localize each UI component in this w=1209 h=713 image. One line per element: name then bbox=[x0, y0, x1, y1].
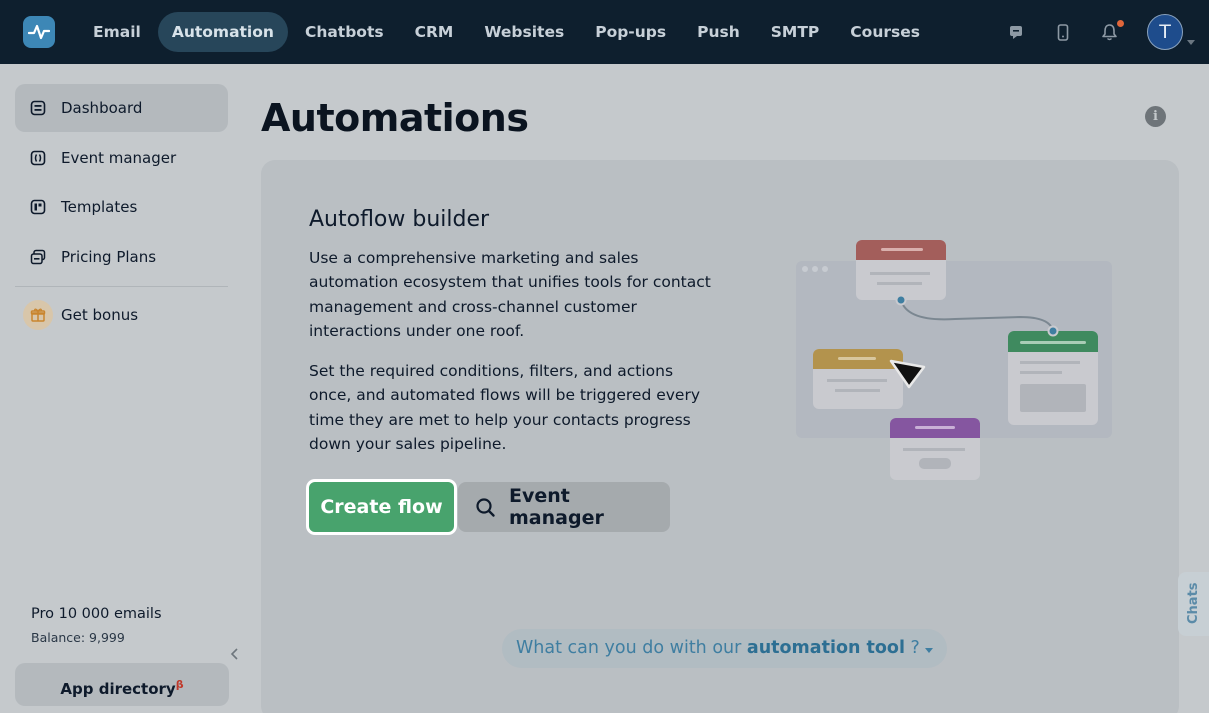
nav-push[interactable]: Push bbox=[683, 12, 754, 52]
sidebar-item-pricing-plans[interactable]: Pricing Plans bbox=[15, 233, 228, 281]
sidebar-item-dashboard[interactable]: Dashboard bbox=[15, 84, 228, 132]
sidebar-item-label: Pricing Plans bbox=[61, 248, 157, 266]
autoflow-builder-card: Autoflow builder Use a comprehensive mar… bbox=[261, 160, 1179, 713]
chats-side-tab[interactable]: Chats bbox=[1178, 572, 1209, 636]
collapse-sidebar-chevron-icon[interactable] bbox=[228, 646, 242, 665]
beta-badge: β bbox=[175, 678, 184, 691]
plan-balance: Balance: 9,999 bbox=[31, 630, 125, 645]
sidebar-item-label: Dashboard bbox=[61, 99, 143, 117]
nav-automation[interactable]: Automation bbox=[157, 12, 288, 52]
event-manager-icon bbox=[28, 148, 48, 168]
mobile-icon[interactable] bbox=[1053, 22, 1073, 42]
app-directory-label: App directory bbox=[60, 680, 176, 698]
nav-email[interactable]: Email bbox=[79, 12, 155, 52]
event-manager-button[interactable]: Event manager bbox=[458, 482, 670, 532]
app-logo[interactable] bbox=[23, 16, 55, 48]
create-flow-button[interactable]: Create flow bbox=[309, 482, 454, 532]
chevron-down-icon bbox=[925, 648, 934, 653]
nav-chatbots[interactable]: Chatbots bbox=[291, 12, 398, 52]
question-suffix: ? bbox=[910, 638, 920, 658]
card-description-1: Use a comprehensive marketing and sales … bbox=[309, 249, 711, 340]
chat-icon[interactable] bbox=[1006, 22, 1026, 42]
event-manager-button-label: Event manager bbox=[509, 485, 604, 529]
nav-smtp[interactable]: SMTP bbox=[757, 12, 834, 52]
nav-crm[interactable]: CRM bbox=[401, 12, 468, 52]
plan-name[interactable]: Pro 10 000 emails bbox=[31, 606, 162, 622]
question-highlight: automation tool bbox=[746, 638, 905, 658]
dashboard-icon bbox=[28, 98, 48, 118]
sidebar-item-event-manager[interactable]: Event manager bbox=[15, 134, 228, 182]
bell-icon[interactable] bbox=[1099, 22, 1119, 42]
chevron-down-icon[interactable] bbox=[1187, 30, 1195, 49]
question-prefix: What can you do with our bbox=[516, 638, 742, 658]
chats-tab-label: Chats bbox=[1186, 582, 1201, 624]
nav-courses[interactable]: Courses bbox=[836, 12, 934, 52]
sidebar: Dashboard Event manager Templates Pricin… bbox=[0, 64, 246, 713]
nav-popups[interactable]: Pop-ups bbox=[581, 12, 680, 52]
pricing-plans-icon bbox=[28, 247, 48, 267]
card-description-2: Set the required conditions, filters, an… bbox=[309, 362, 701, 453]
sidebar-item-get-bonus[interactable]: Get bonus bbox=[15, 291, 228, 339]
notification-dot bbox=[1117, 20, 1124, 27]
page-title: Automations bbox=[261, 96, 529, 140]
templates-icon bbox=[28, 197, 48, 217]
avatar[interactable]: T bbox=[1147, 14, 1183, 50]
card-title: Autoflow builder bbox=[309, 207, 490, 232]
sidebar-divider bbox=[15, 286, 228, 287]
automation-tool-question-dropdown[interactable]: What can you do with our automation tool… bbox=[502, 629, 948, 668]
search-icon bbox=[475, 497, 496, 518]
pulse-logo-icon bbox=[28, 24, 50, 40]
gift-icon bbox=[23, 300, 53, 330]
sidebar-item-templates[interactable]: Templates bbox=[15, 183, 228, 231]
main-nav: Email Automation Chatbots CRM Websites P… bbox=[79, 12, 937, 52]
sidebar-item-label: Get bonus bbox=[61, 306, 139, 324]
flow-builder-illustration bbox=[796, 240, 1112, 480]
nav-websites[interactable]: Websites bbox=[470, 12, 578, 52]
app-directory-button[interactable]: App directoryβ bbox=[15, 663, 229, 706]
top-navigation-bar: Email Automation Chatbots CRM Websites P… bbox=[0, 0, 1209, 64]
sidebar-item-label: Templates bbox=[61, 198, 138, 216]
info-icon[interactable]: i bbox=[1145, 106, 1166, 127]
sidebar-item-label: Event manager bbox=[61, 149, 177, 167]
